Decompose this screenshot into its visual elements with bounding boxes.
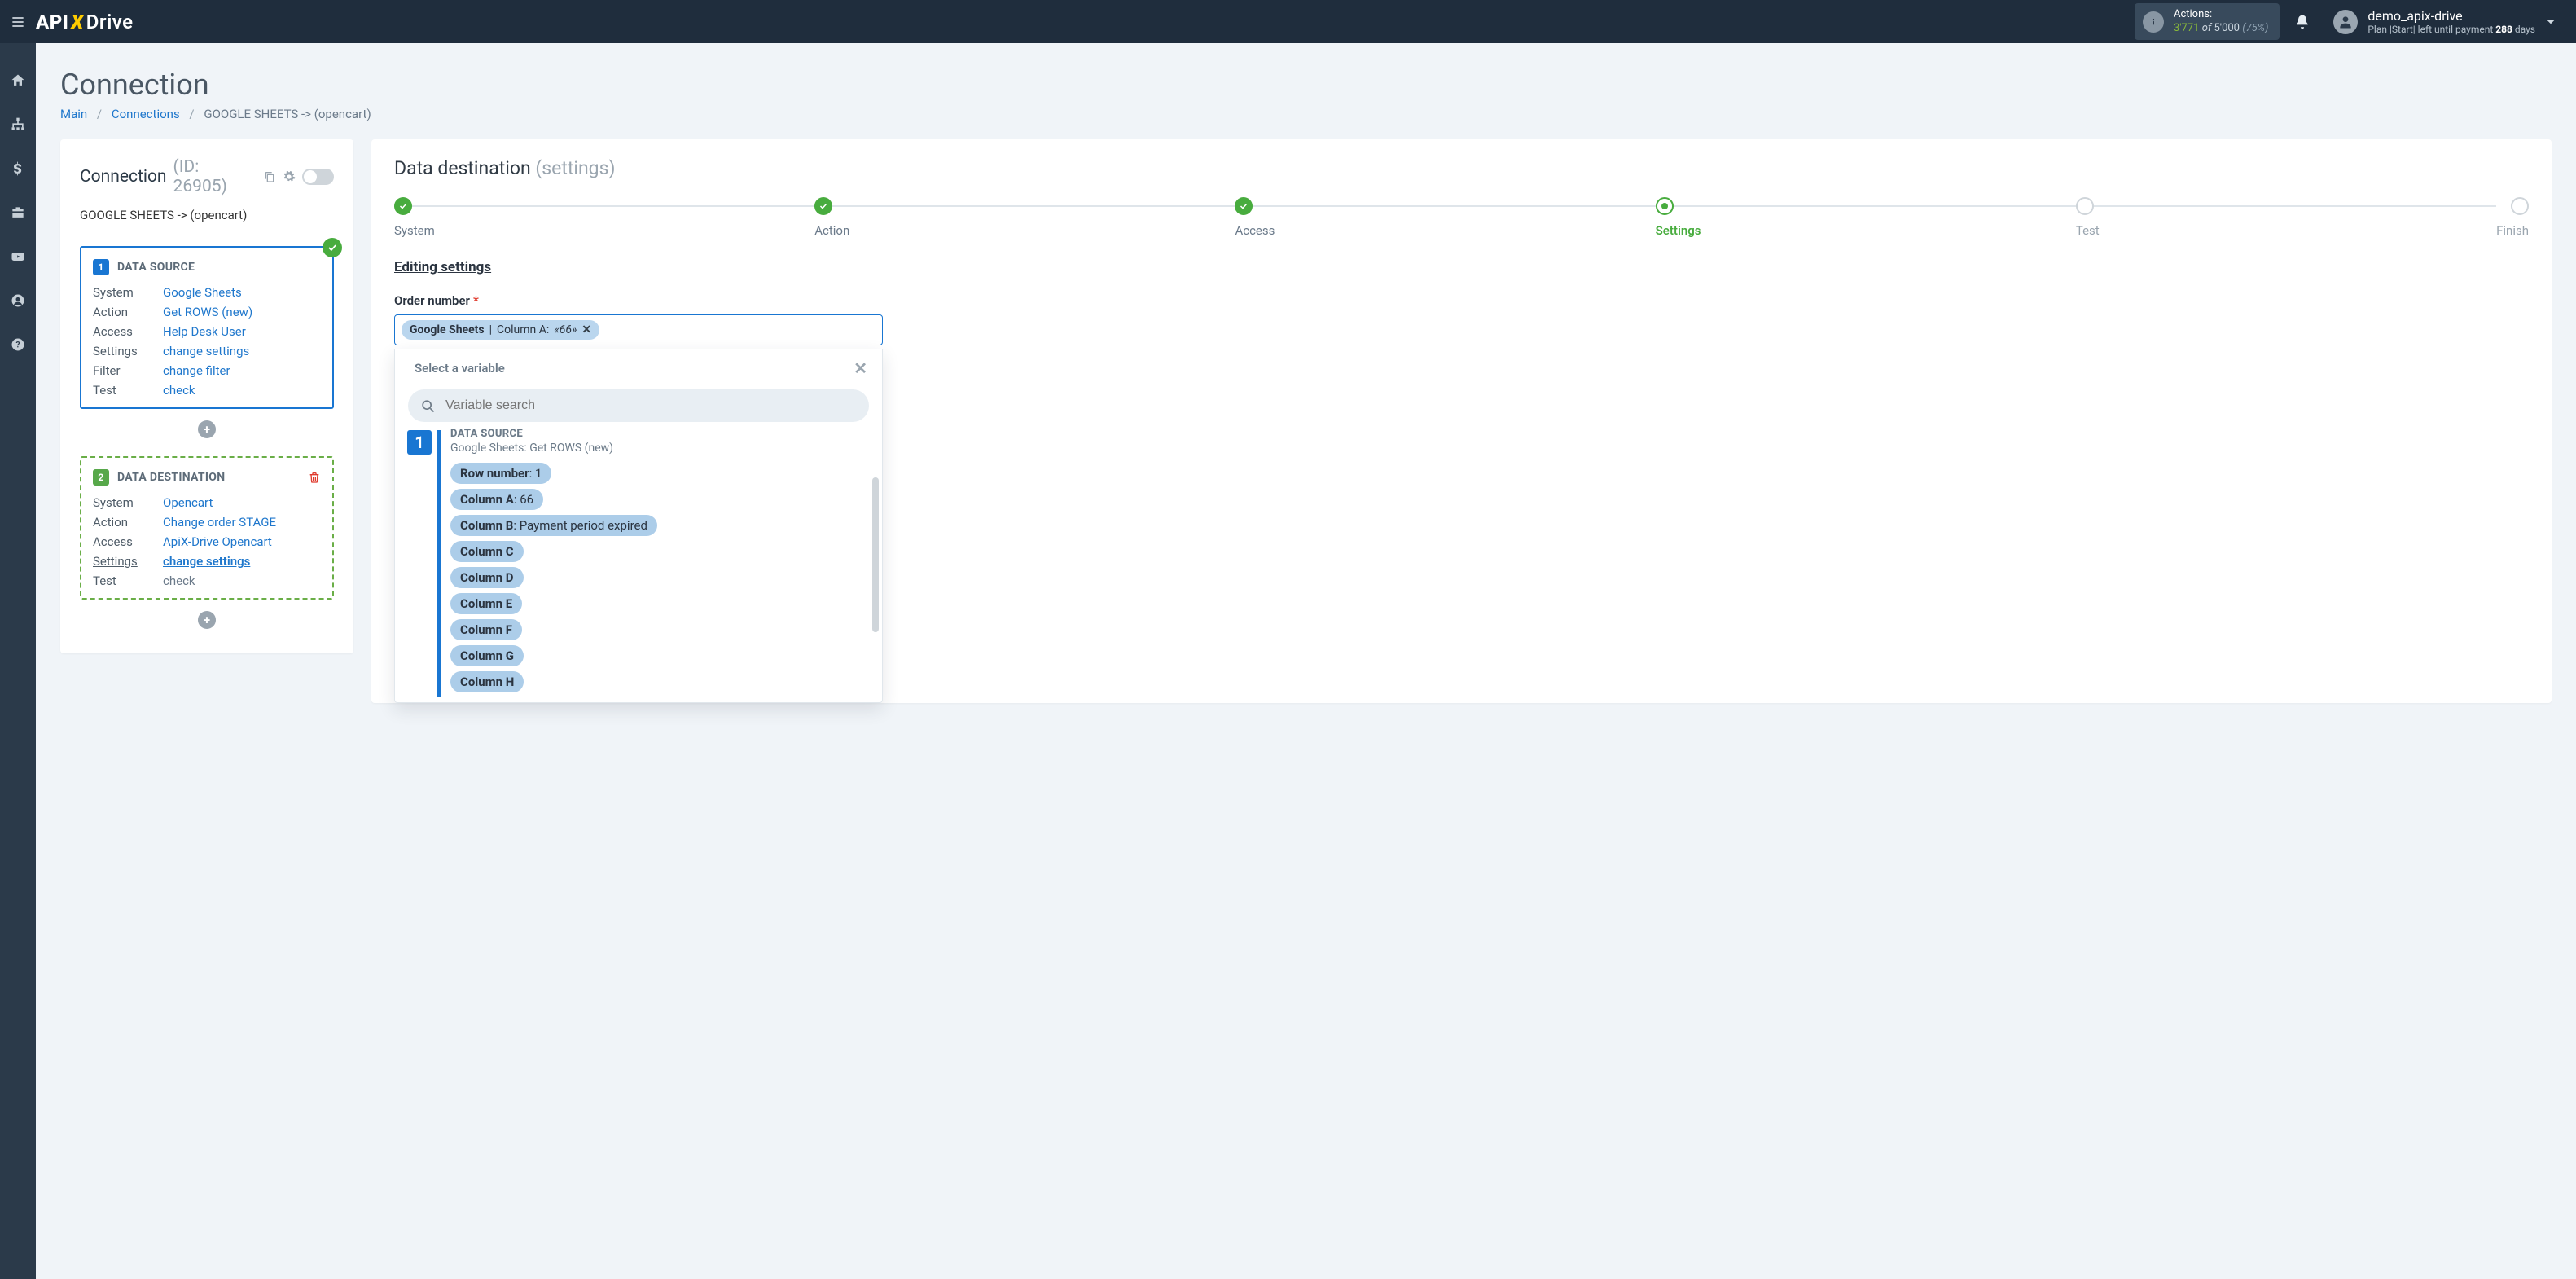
menu-toggle-button[interactable] — [0, 0, 36, 43]
add-destination-button[interactable]: + — [198, 611, 216, 629]
step-system[interactable]: System — [394, 197, 814, 238]
connection-path: GOOGLE SHEETS -> (opencart) — [80, 208, 334, 231]
source-title: DATA SOURCE — [117, 261, 195, 274]
close-dropdown-button[interactable]: ✕ — [854, 358, 867, 378]
dest-panel-title: Data destination (settings) — [394, 157, 2529, 179]
variable-option[interactable]: Column G — [450, 645, 524, 666]
notifications-button[interactable] — [2294, 14, 2322, 30]
dest-test-text: check — [163, 574, 195, 588]
dest-title: DATA DESTINATION — [117, 471, 225, 484]
sidebar-connections-icon[interactable] — [0, 112, 36, 138]
sidebar-video-icon[interactable] — [0, 244, 36, 270]
breadcrumb-connections[interactable]: Connections — [112, 107, 180, 121]
variable-search-input[interactable] — [444, 398, 858, 414]
selected-variable-token[interactable]: Google Sheets | Column A: «66» ✕ — [402, 320, 599, 340]
content: Connection Main / Connections / GOOGLE S… — [36, 43, 2576, 1279]
actions-label: Actions: — [2174, 8, 2212, 20]
step-finish[interactable]: Finish — [2496, 197, 2529, 238]
sidebar: ? — [0, 43, 36, 1279]
dropdown-group-sub: Google Sheets: Get ROWS (new) — [450, 442, 869, 455]
info-icon — [2143, 11, 2164, 33]
destination-settings-panel: Data destination (settings) System Actio… — [371, 139, 2552, 703]
source-number-badge: 1 — [93, 259, 109, 275]
sidebar-briefcase-icon[interactable] — [0, 200, 36, 226]
user-menu-caret[interactable] — [2543, 15, 2576, 29]
actions-used: 3'771 — [2174, 22, 2200, 34]
dest-system-link[interactable]: Opencart — [163, 495, 213, 510]
data-destination-block: 2 DATA DESTINATION SystemOpencart Action… — [80, 456, 334, 600]
sidebar-billing-icon[interactable] — [0, 156, 36, 182]
variable-option[interactable]: Column C — [450, 541, 524, 562]
variable-option[interactable]: Column D — [450, 567, 524, 588]
variable-option[interactable]: Row number: 1 — [450, 463, 551, 484]
user-avatar-icon — [2333, 10, 2358, 34]
source-group-badge: 1 — [407, 430, 432, 455]
dest-settings-link[interactable]: change settings — [163, 554, 250, 569]
variable-option[interactable]: Column A: 66 — [450, 489, 543, 510]
actions-counter[interactable]: Actions: 3'771 of 5'000 (75%) — [2135, 3, 2280, 40]
step-action[interactable]: Action — [814, 197, 1235, 238]
actions-of: of — [2202, 22, 2214, 34]
breadcrumb-main[interactable]: Main — [60, 107, 87, 121]
breadcrumb: Main / Connections / GOOGLE SHEETS -> (o… — [60, 107, 2552, 121]
connection-head-label: Connection — [80, 167, 167, 187]
dest-action-link[interactable]: Change order STAGE — [163, 515, 276, 530]
sidebar-account-icon[interactable] — [0, 288, 36, 314]
gear-icon[interactable] — [283, 170, 296, 183]
step-settings[interactable]: Settings — [1656, 197, 2076, 238]
add-source-button[interactable]: + — [198, 420, 216, 438]
source-test-link[interactable]: check — [163, 383, 195, 398]
search-icon — [419, 398, 436, 414]
delete-destination-button[interactable] — [308, 471, 321, 484]
dest-access-link[interactable]: ApiX-Drive Opencart — [163, 534, 272, 549]
stepper: System Action Access Settings Test Finis… — [394, 197, 2529, 238]
dropdown-title: Select a variable — [415, 361, 505, 376]
sidebar-help-icon[interactable]: ? — [0, 332, 36, 358]
user-menu[interactable]: demo_apix-drive Plan |Start| left until … — [2333, 8, 2535, 35]
variable-option[interactable]: Column E — [450, 593, 522, 614]
source-filter-link[interactable]: change filter — [163, 363, 230, 378]
page-title: Connection — [60, 68, 2552, 102]
variable-dropdown: Select a variable ✕ 1 DATA SOURCE G — [394, 349, 883, 703]
connection-toggle[interactable] — [302, 169, 334, 185]
variable-option[interactable]: Column B: Payment period expired — [450, 515, 657, 536]
user-name: demo_apix-drive — [2368, 8, 2535, 24]
actions-total: 5'000 — [2214, 22, 2240, 34]
dropdown-group-caption: DATA SOURCE — [450, 429, 869, 440]
variable-option[interactable]: Column H — [450, 671, 524, 692]
actions-pct: (75%) — [2242, 22, 2268, 34]
dest-number-badge: 2 — [93, 469, 109, 486]
sidebar-home-icon[interactable] — [0, 68, 36, 94]
remove-token-button[interactable]: ✕ — [581, 323, 591, 336]
user-plan: Plan |Start| left until payment 288 days — [2368, 24, 2535, 35]
step-test[interactable]: Test — [2076, 197, 2496, 238]
order-number-input[interactable]: Google Sheets | Column A: «66» ✕ — [394, 314, 883, 345]
variable-option[interactable]: Column F — [450, 619, 522, 640]
data-source-block: 1 DATA SOURCE SystemGoogle Sheets Action… — [80, 246, 334, 409]
editing-settings-heading: Editing settings — [394, 259, 2529, 275]
variable-search[interactable] — [408, 389, 869, 422]
logo[interactable]: APIXDrive — [36, 11, 134, 33]
source-access-link[interactable]: Help Desk User — [163, 324, 246, 339]
connection-head-id: (ID: 26905) — [173, 157, 257, 196]
source-system-link[interactable]: Google Sheets — [163, 285, 242, 300]
source-settings-link[interactable]: change settings — [163, 344, 249, 358]
step-access[interactable]: Access — [1235, 197, 1655, 238]
check-icon — [323, 238, 342, 257]
field-label-order-number: Order number* — [394, 293, 2529, 308]
topbar: APIXDrive Actions: 3'771 of 5'000 (75%) … — [0, 0, 2576, 43]
copy-icon[interactable] — [263, 170, 276, 183]
breadcrumb-current: GOOGLE SHEETS -> (opencart) — [204, 107, 371, 121]
connection-panel: Connection (ID: 26905) GOOGLE SHEETS -> … — [60, 139, 353, 653]
svg-text:?: ? — [16, 341, 20, 349]
dropdown-scrollbar[interactable] — [872, 477, 879, 632]
source-action-link[interactable]: Get ROWS (new) — [163, 305, 252, 319]
